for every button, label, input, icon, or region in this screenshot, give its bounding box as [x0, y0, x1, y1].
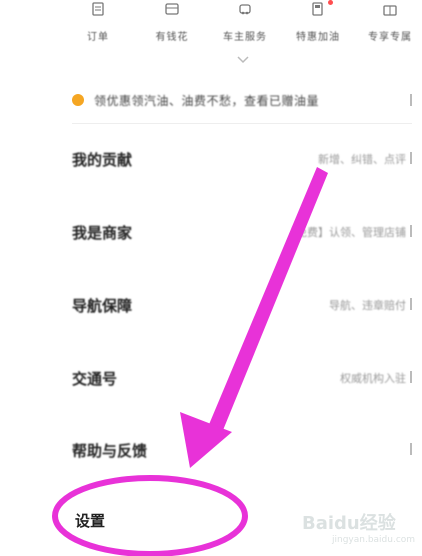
shortcut-label: 特惠加油	[296, 32, 340, 43]
menu-item-title: 导航保障	[72, 297, 133, 315]
menu-item-desc: 权威机构入驻	[340, 372, 406, 385]
menu-item-title: 我的贡献	[72, 151, 133, 169]
annotation-overlay	[52, 167, 328, 556]
chevron-down-icon[interactable]	[235, 55, 251, 65]
shortcut-exclusive[interactable]: 专享专属	[360, 0, 420, 43]
arrow-right-icon	[410, 443, 412, 455]
menu-item-contribution[interactable]: 我的贡献 新增、纠错、点评	[72, 143, 412, 173]
menu-item-settings[interactable]: 设置	[75, 510, 105, 531]
gift-icon	[383, 5, 397, 16]
menu-item-desc: 新增、纠错、点评	[318, 153, 406, 166]
menu-item-merchant[interactable]: 我是商家 【免费】认领、管理店铺	[72, 216, 412, 246]
menu-item-title: 我是商家	[72, 224, 133, 242]
car-icon	[239, 4, 251, 15]
arrow-right-icon	[410, 371, 412, 383]
watermark-brand: Baidu经验	[302, 513, 396, 534]
shortcut-label: 车主服务	[223, 32, 267, 43]
arrow-right-icon	[410, 225, 412, 237]
menu-item-desc: 【免费】认领、管理店铺	[285, 226, 406, 239]
menu-item-traffic-account[interactable]: 交通号 权威机构入驻	[72, 362, 412, 392]
shortcut-car-service[interactable]: 车主服务	[215, 0, 275, 43]
arrow-right-icon	[410, 152, 412, 164]
divider	[72, 123, 412, 124]
new-badge-dot	[328, 0, 333, 5]
menu-item-navigation-guarantee[interactable]: 导航保障 导航、违章赔付	[72, 289, 412, 319]
wallet-icon	[165, 3, 179, 15]
notice-icon	[72, 94, 84, 106]
shortcut-fuel[interactable]: 特惠加油	[288, 0, 348, 43]
watermark: Baidu经验 jingyan.baidu.com	[302, 505, 422, 545]
menu-item-title: 帮助与反馈	[72, 442, 148, 460]
notice-text: 领优惠领汽油、油费不愁，查看已赠油量	[94, 93, 320, 108]
notice-bar[interactable]: 领优惠领汽油、油费不愁，查看已赠油量	[72, 88, 412, 112]
watermark-url: jingyan.baidu.com	[332, 535, 416, 545]
shortcut-wallet[interactable]: 有钱花	[142, 0, 202, 43]
shortcut-order[interactable]: 订单	[68, 0, 128, 43]
arrow-right-icon	[410, 298, 412, 310]
shortcut-label: 有钱花	[155, 32, 189, 43]
arrow-right-icon	[410, 94, 412, 106]
shortcut-label: 专享专属	[368, 32, 412, 43]
fuel-icon	[312, 2, 323, 16]
shortcut-label: 订单	[87, 32, 109, 43]
menu-item-desc: 导航、违章赔付	[329, 299, 406, 312]
top-shortcut-bar: 订单 有钱花 车主服务 特惠加油 专享专属	[60, 0, 422, 55]
menu-item-help-feedback[interactable]: 帮助与反馈	[72, 434, 412, 464]
mine-page: 订单 有钱花 车主服务 特惠加油 专享专属 领优惠领汽油、油费不愁，查看已赠油量…	[0, 0, 422, 556]
menu-item-title: 交通号	[72, 370, 118, 388]
order-icon	[92, 2, 104, 16]
